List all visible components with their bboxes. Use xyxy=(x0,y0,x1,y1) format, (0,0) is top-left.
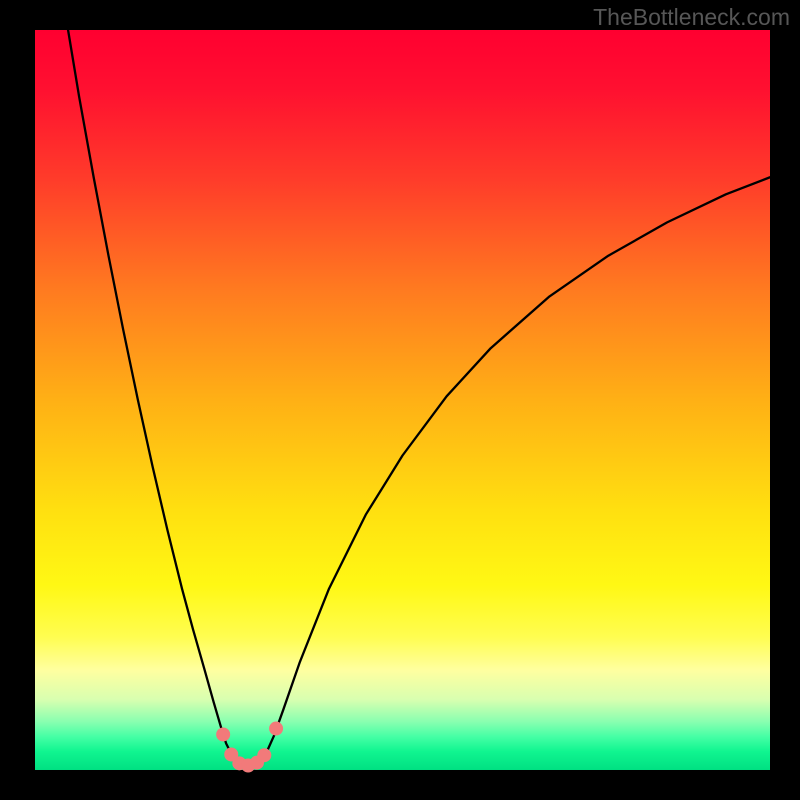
data-marker xyxy=(258,749,271,762)
data-marker xyxy=(270,722,283,735)
chart-container: TheBottleneck.com xyxy=(0,0,800,800)
bottleneck-curve-chart xyxy=(0,0,800,800)
watermark-text: TheBottleneck.com xyxy=(593,4,790,31)
data-marker xyxy=(217,728,230,741)
plot-background xyxy=(35,30,770,770)
